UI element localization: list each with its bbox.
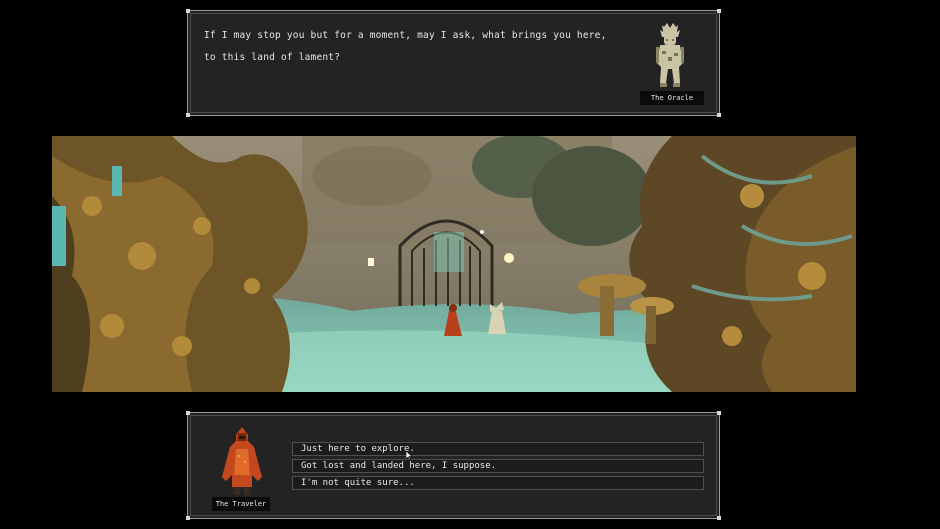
forest-gate-scene	[52, 136, 856, 392]
traveler-portrait-icon	[222, 427, 262, 495]
panel-corner	[186, 9, 190, 13]
oracle-dialogue-panel: If I may stop you but for a moment, may …	[186, 9, 721, 117]
choice-panel: The Traveler Just here to explore. Got l…	[186, 411, 721, 520]
panel-corner	[186, 411, 190, 415]
oracle-dialogue-text: If I may stop you but for a moment, may …	[204, 30, 607, 63]
panel-corner	[186, 516, 190, 520]
dialogue-choice-unsure[interactable]: I'm not quite sure...	[292, 476, 704, 490]
panel-corner	[717, 113, 721, 117]
traveler-name-tag: The Traveler	[212, 497, 270, 511]
panel-corner	[186, 113, 190, 117]
oracle-name-tag: The Oracle	[640, 91, 704, 105]
dialogue-choice-explore[interactable]: Just here to explore.	[292, 442, 704, 456]
panel-corner	[717, 411, 721, 415]
oracle-portrait-icon	[656, 23, 684, 87]
dialogue-choice-lost[interactable]: Got lost and landed here, I suppose.	[292, 459, 704, 473]
panel-corner	[717, 516, 721, 520]
mouse-cursor-icon	[406, 451, 412, 460]
panel-corner	[717, 9, 721, 13]
